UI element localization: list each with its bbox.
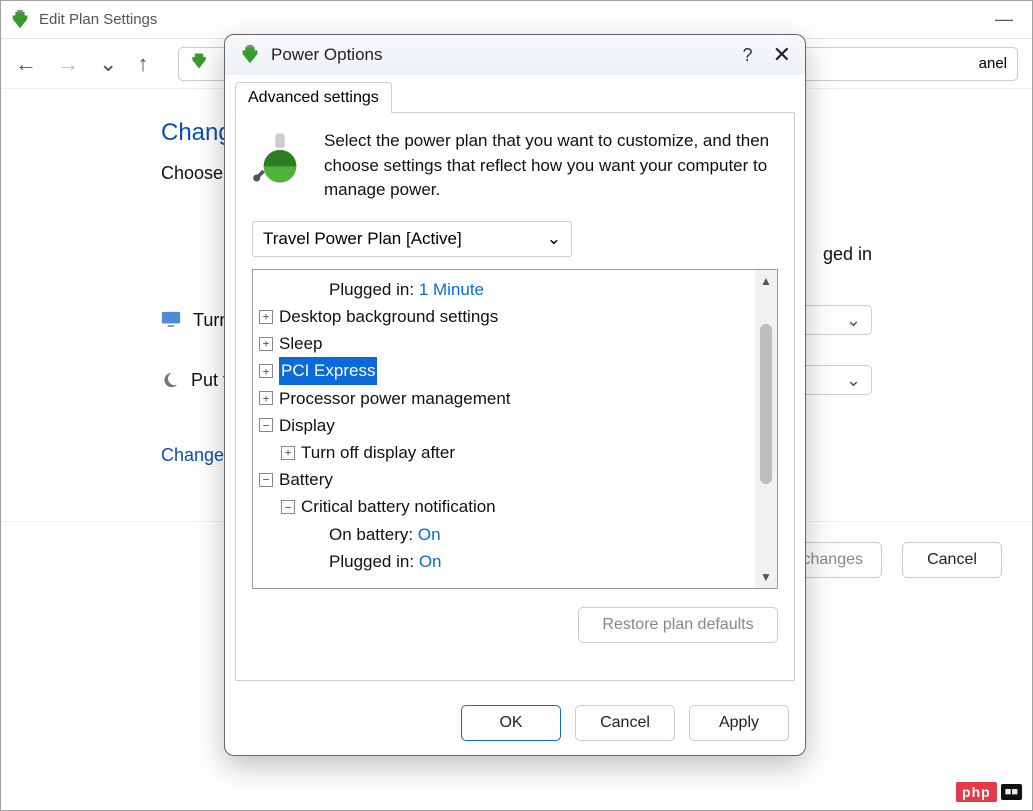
power-plan-icon	[252, 129, 308, 185]
minimize-icon[interactable]: —	[984, 9, 1024, 30]
breadcrumb-text: anel	[979, 55, 1007, 72]
chevron-down-icon: ⌄	[547, 229, 561, 249]
tree-display[interactable]: −Display	[257, 412, 751, 439]
tree-critical-battery-notification[interactable]: −Critical battery notification	[257, 493, 751, 520]
tree-value[interactable]: On	[419, 548, 442, 575]
scroll-thumb[interactable]	[760, 324, 772, 484]
cancel-button[interactable]: Cancel	[902, 542, 1002, 578]
restore-defaults-button[interactable]: Restore plan defaults	[578, 607, 778, 643]
forward-icon: →	[57, 51, 79, 77]
tree-value[interactable]: On	[418, 521, 441, 548]
php-badge: php	[956, 782, 997, 802]
power-options-dialog: Power Options ? ✕ Advanced settings Sele…	[224, 34, 806, 756]
dialog-title: Power Options	[271, 45, 743, 65]
dialog-titlebar: Power Options ? ✕	[225, 35, 805, 75]
cn-badge: ■■	[1001, 784, 1022, 800]
apply-button[interactable]: Apply	[689, 705, 789, 741]
tree-plugged-in-hdd[interactable]: Plugged in: 1 Minute	[257, 276, 751, 303]
moon-icon	[161, 371, 179, 389]
monitor-icon	[161, 311, 181, 329]
dialog-body: Select the power plan that you want to c…	[235, 112, 795, 681]
tree-turn-off-display-after[interactable]: +Turn off display after	[257, 439, 751, 466]
dialog-tabs: Advanced settings	[225, 75, 805, 112]
dialog-cancel-button[interactable]: Cancel	[575, 705, 675, 741]
scroll-up-icon[interactable]: ▲	[760, 274, 772, 288]
tree-label: Plugged in:	[329, 276, 414, 303]
history-dropdown-icon[interactable]: ⌄	[99, 51, 117, 77]
tree-desktop-background[interactable]: +Desktop background settings	[257, 303, 751, 330]
settings-tree: Plugged in: 1 Minute +Desktop background…	[252, 269, 778, 589]
dialog-footer: OK Cancel Apply	[225, 691, 805, 755]
battery-plug-icon	[239, 44, 261, 66]
tree-on-battery[interactable]: On battery: On	[257, 521, 751, 548]
scroll-down-icon[interactable]: ▼	[760, 570, 772, 584]
parent-window-title: Edit Plan Settings	[39, 11, 984, 28]
parent-window: Edit Plan Settings — ← → ⌄ ↑ anel Change…	[0, 0, 1033, 811]
tab-advanced-settings[interactable]: Advanced settings	[235, 82, 392, 113]
ok-button[interactable]: OK	[461, 705, 561, 741]
watermark: php ■■	[956, 782, 1022, 802]
power-plan-value: Travel Power Plan [Active]	[263, 229, 462, 249]
tree-plugged-in-battery[interactable]: Plugged in: On	[257, 548, 751, 575]
tree-pci-express[interactable]: +PCI Express	[257, 357, 751, 384]
tree-scrollbar[interactable]: ▲ ▼	[755, 270, 777, 588]
tree-battery[interactable]: −Battery	[257, 466, 751, 493]
tree-sleep[interactable]: +Sleep	[257, 330, 751, 357]
breadcrumb-battery-icon	[189, 51, 209, 76]
dialog-description: Select the power plan that you want to c…	[324, 129, 778, 203]
column-plugged-in: ged in	[823, 244, 872, 265]
scroll-track[interactable]	[759, 288, 773, 570]
help-icon[interactable]: ?	[743, 45, 753, 66]
tree-value[interactable]: 1 Minute	[419, 276, 484, 303]
power-plan-select[interactable]: Travel Power Plan [Active] ⌄	[252, 221, 572, 257]
tree-processor-power[interactable]: +Processor power management	[257, 385, 751, 412]
battery-plug-icon	[9, 9, 31, 31]
close-icon[interactable]: ✕	[773, 42, 791, 68]
back-icon[interactable]: ←	[15, 51, 37, 77]
up-icon[interactable]: ↑	[137, 51, 148, 77]
